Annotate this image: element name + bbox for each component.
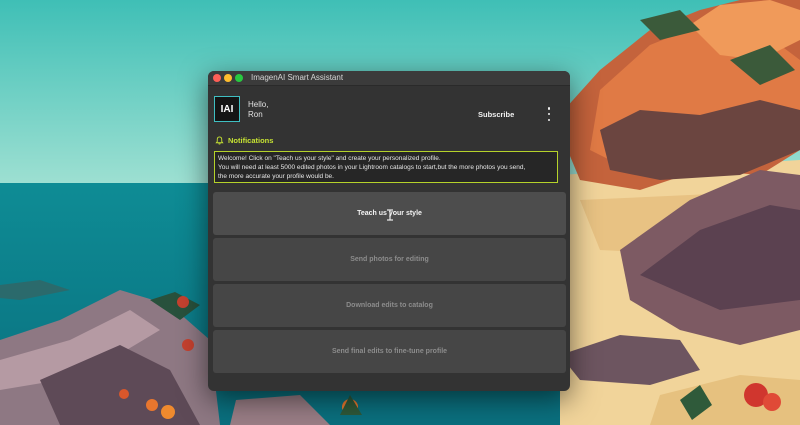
zoom-window-button[interactable] (235, 74, 243, 82)
kebab-menu-icon[interactable] (545, 107, 553, 121)
user-greeting: Hello, Ron (248, 100, 268, 120)
window-title: ImagenAI Smart Assistant (251, 73, 344, 82)
notification-line: You will need at least 5000 edited photo… (218, 164, 526, 171)
greeting-hello: Hello, (248, 100, 269, 109)
download-edits-button[interactable]: Download edits to catalog (213, 284, 566, 327)
send-final-edits-button[interactable]: Send final edits to fine-tune profile (213, 330, 566, 373)
notifications-label: Notifications (228, 136, 274, 145)
bell-icon (215, 136, 224, 145)
subscribe-link[interactable]: Subscribe (478, 110, 514, 119)
notification-line: Welcome! Click on "Teach us your style" … (218, 155, 441, 162)
imagen-logo: IAI (214, 96, 240, 122)
notification-line: the more accurate your profile would be. (218, 173, 334, 180)
text-cursor-icon (387, 209, 393, 221)
notifications-header: Notifications (215, 136, 273, 145)
greeting-username: Ron (248, 110, 263, 119)
notification-message: Welcome! Click on "Teach us your style" … (214, 151, 558, 183)
close-window-button[interactable] (213, 74, 221, 82)
window-titlebar[interactable]: ImagenAI Smart Assistant (208, 71, 570, 86)
send-photos-button[interactable]: Send photos for editing (213, 238, 566, 281)
minimize-window-button[interactable] (224, 74, 232, 82)
app-header: IAI Hello, Ron Subscribe (208, 86, 570, 136)
app-window: ImagenAI Smart Assistant IAI Hello, Ron … (208, 71, 570, 391)
